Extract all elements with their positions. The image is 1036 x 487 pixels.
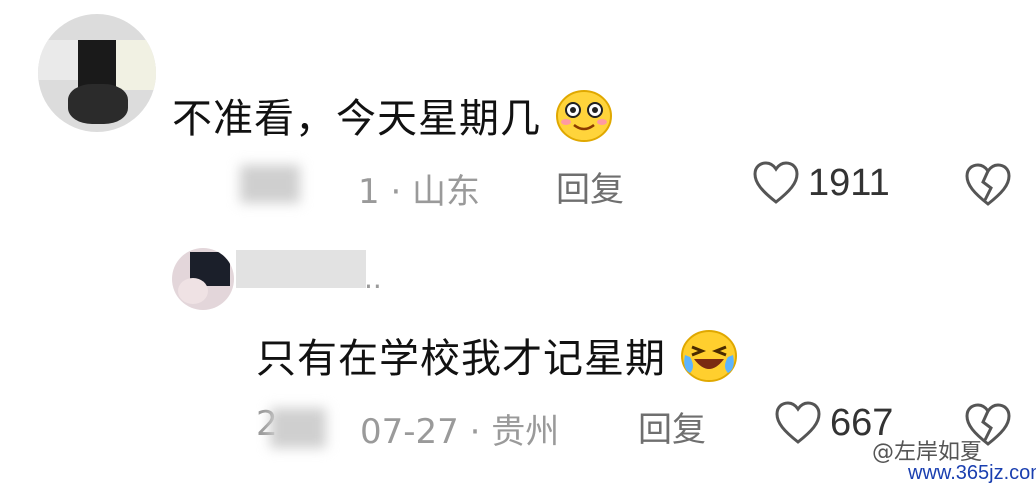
laughing-tears-face-icon xyxy=(680,329,738,393)
redacted-date-2 xyxy=(270,408,326,448)
comment2-meta: 07-27 · 贵州 xyxy=(360,412,560,452)
comment1-text: 不准看，今天星期几 xyxy=(172,96,541,142)
avatar-comment2[interactable] xyxy=(172,248,234,310)
smiling-face-icon xyxy=(555,89,613,153)
heart-outline-icon xyxy=(752,160,800,210)
comment1-meta: 1 · 山东 xyxy=(358,172,481,212)
broken-heart-icon[interactable] xyxy=(964,162,1012,212)
avatar-comment1[interactable] xyxy=(38,14,156,132)
comment1-like-button[interactable]: 1911 xyxy=(752,160,912,208)
watermark-url: www.365jz.com xyxy=(908,462,1036,484)
redacted-date xyxy=(240,165,300,203)
comment2-reply-button[interactable]: 回复 xyxy=(638,402,706,451)
redacted-username xyxy=(236,250,366,288)
heart-outline-icon xyxy=(774,400,822,450)
comment2-username[interactable]: .. xyxy=(364,262,382,295)
comment2-text-row: 只有在学校我才记星期 xyxy=(256,326,738,393)
comment2-text: 只有在学校我才记星期 xyxy=(256,336,666,382)
comment1-reply-button[interactable]: 回复 xyxy=(556,162,624,211)
comment1-like-count: 1911 xyxy=(808,162,890,204)
comment1-text-row: 不准看，今天星期几 xyxy=(172,86,613,153)
